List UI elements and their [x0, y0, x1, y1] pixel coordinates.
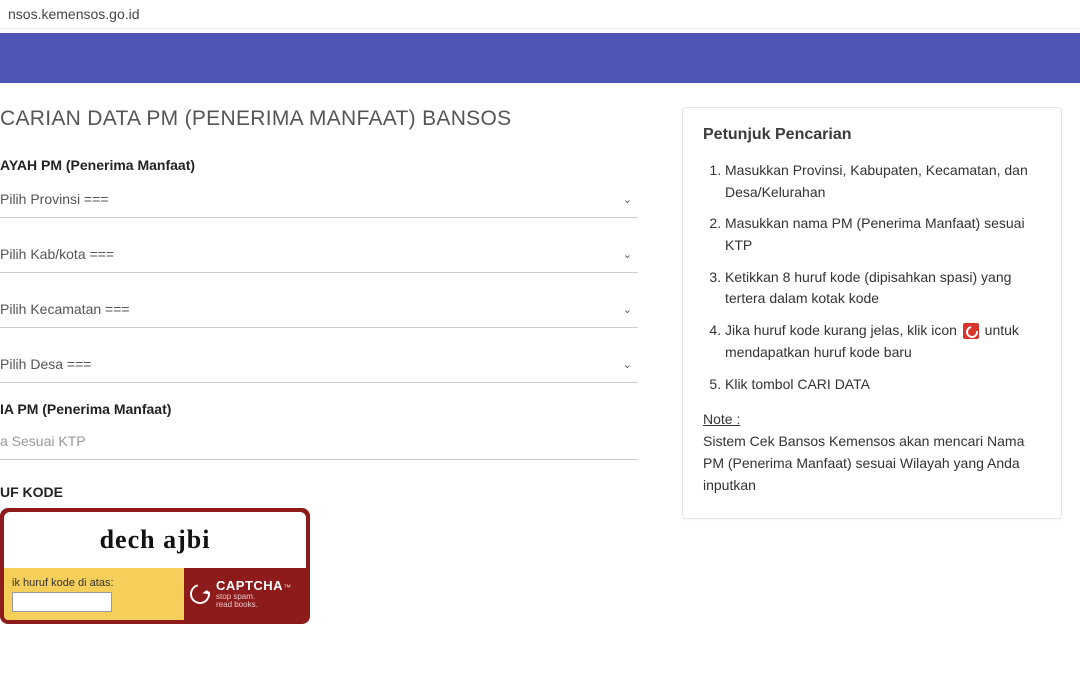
address-bar[interactable]: nsos.kemensos.go.id [0, 0, 1080, 29]
nama-input[interactable] [0, 425, 638, 460]
list-item: Masukkan nama PM (Penerima Manfaat) sesu… [725, 213, 1041, 256]
refresh-icon[interactable] [186, 580, 213, 607]
list-item: Ketikkan 8 huruf kode (dipisahkan spasi)… [725, 267, 1041, 310]
captcha-widget: dech ajbi ik huruf kode di atas: CAPTCHA… [0, 508, 310, 624]
captcha-input[interactable] [12, 592, 112, 612]
note-heading: Note : [703, 411, 1041, 427]
desa-select[interactable]: Pilih Desa === ⌄ [0, 346, 638, 383]
desa-value: Pilih Desa === [0, 356, 91, 372]
chevron-down-icon: ⌄ [623, 248, 632, 261]
kabkota-select[interactable]: Pilih Kab/kota === ⌄ [0, 236, 638, 273]
captcha-hint: ik huruf kode di atas: [12, 577, 176, 589]
instructions-panel: Petunjuk Pencarian Masukkan Provinsi, Ka… [682, 107, 1062, 519]
search-form: CARIAN DATA PM (PENERIMA MANFAAT) BANSOS… [0, 107, 658, 624]
captcha-input-area: ik huruf kode di atas: [4, 568, 184, 620]
provinsi-select[interactable]: Pilih Provinsi === ⌄ [0, 181, 638, 218]
instructions-title: Petunjuk Pencarian [703, 126, 1041, 144]
captcha-brand-area: CAPTCHA™ stop spam. read books. [184, 568, 306, 620]
instructions-list: Masukkan Provinsi, Kabupaten, Kecamatan,… [703, 160, 1041, 395]
section-kode-label: UF KODE [0, 484, 638, 500]
page-title: CARIAN DATA PM (PENERIMA MANFAAT) BANSOS [0, 107, 638, 131]
kecamatan-select[interactable]: Pilih Kecamatan === ⌄ [0, 291, 638, 328]
captcha-tag2: read books. [216, 601, 291, 609]
header-band [0, 33, 1080, 83]
chevron-down-icon: ⌄ [623, 193, 632, 206]
list-item: Masukkan Provinsi, Kabupaten, Kecamatan,… [725, 160, 1041, 203]
chevron-down-icon: ⌄ [623, 303, 632, 316]
kecamatan-value: Pilih Kecamatan === [0, 301, 130, 317]
captcha-image: dech ajbi [4, 512, 306, 568]
kabkota-value: Pilih Kab/kota === [0, 246, 114, 262]
note-body: Sistem Cek Bansos Kemensos akan mencari … [703, 431, 1041, 496]
provinsi-value: Pilih Provinsi === [0, 191, 109, 207]
list-item: Klik tombol CARI DATA [725, 374, 1041, 396]
section-wilayah-label: AYAH PM (Penerima Manfaat) [0, 157, 638, 173]
list-item: Jika huruf kode kurang jelas, klik icon … [725, 320, 1041, 363]
section-nama-label: IA PM (Penerima Manfaat) [0, 401, 638, 417]
refresh-icon [963, 323, 979, 339]
chevron-down-icon: ⌄ [623, 358, 632, 371]
captcha-brand-text: CAPTCHA [216, 578, 283, 593]
